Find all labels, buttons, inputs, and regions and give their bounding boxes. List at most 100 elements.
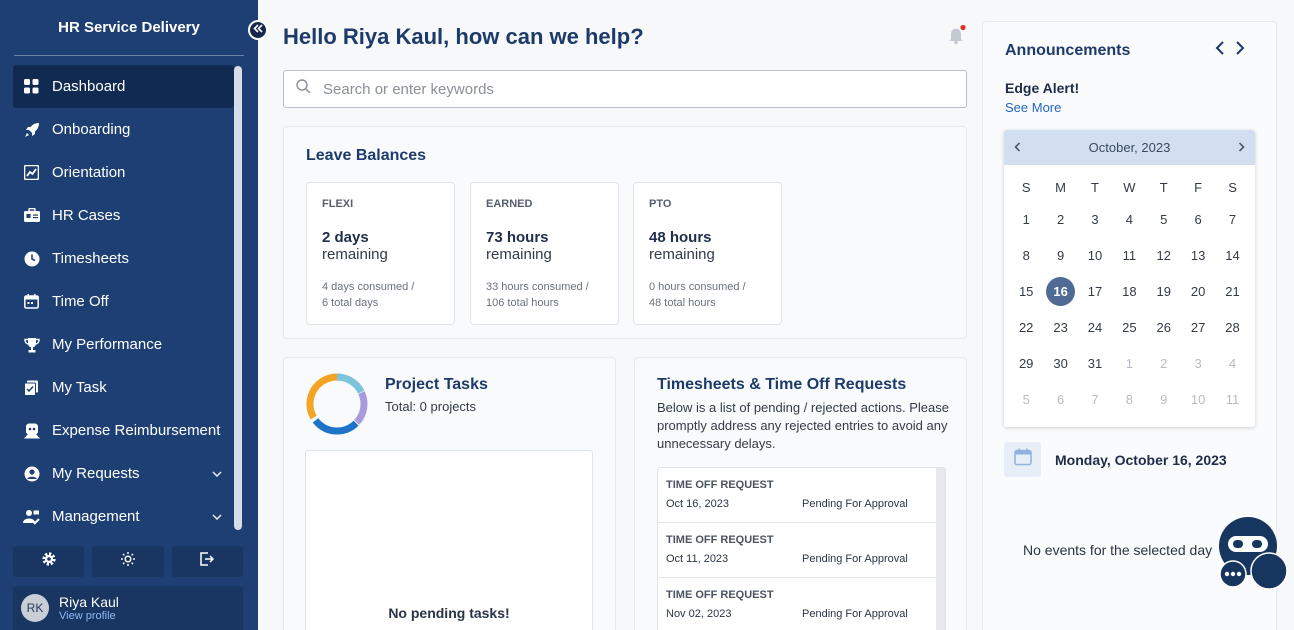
sidebar-item-my-requests[interactable]: My Requests	[13, 452, 234, 495]
sidebar-item-my-performance[interactable]: My Performance	[13, 323, 234, 366]
chatbot-button[interactable]	[1218, 516, 1294, 590]
leave-balances-card: Leave Balances FLEXI 2 days remaining 4 …	[283, 126, 967, 339]
leave-balance-pto[interactable]: PTO 48 hours remaining 0 hours consumed …	[633, 182, 782, 325]
calendar-day[interactable]: 28	[1215, 309, 1249, 345]
calendar-day-next-month[interactable]: 6	[1043, 381, 1077, 417]
calendar-day-next-month[interactable]: 11	[1215, 381, 1249, 417]
calendar-grid: S M T W T F S 1 2 3 4 5 6 7 8 9 10 11 12 13 14 15 16 17 18 19 20 21…	[1009, 173, 1255, 417]
sidebar-item-management[interactable]: Management	[13, 495, 234, 538]
calendar-day[interactable]: 26	[1147, 309, 1181, 345]
avatar: RK	[21, 594, 49, 622]
calendar-day-next-month[interactable]: 9	[1147, 381, 1181, 417]
calendar-day[interactable]: 29	[1009, 345, 1043, 381]
leave-consumed: 4 days consumed /	[322, 281, 415, 293]
calendar-day[interactable]: 27	[1181, 309, 1215, 345]
calendar-day[interactable]: 6	[1181, 201, 1215, 237]
request-type: TIME OFF REQUEST	[666, 479, 774, 491]
announcements-nav	[1215, 41, 1245, 60]
search-input[interactable]	[323, 80, 923, 98]
sidebar-item-my-task[interactable]: My Task	[13, 366, 234, 409]
calendar-day[interactable]: 3	[1078, 201, 1112, 237]
calendar-day[interactable]: 23	[1043, 309, 1077, 345]
brand-title: HR Service Delivery	[14, 0, 244, 56]
prev-announcement-button[interactable]	[1215, 41, 1225, 60]
calendar-day[interactable]: 14	[1215, 237, 1249, 273]
calendar-day[interactable]: 24	[1078, 309, 1112, 345]
calendar-day[interactable]: 20	[1181, 273, 1215, 309]
user-circle-icon	[23, 465, 40, 482]
settings-button[interactable]	[13, 546, 85, 577]
see-more-link[interactable]: See More	[1005, 100, 1061, 115]
calendar-day[interactable]: 1	[1009, 201, 1043, 237]
calendar-day[interactable]: 30	[1043, 345, 1077, 381]
notifications-button[interactable]	[947, 24, 967, 50]
sidebar-item-onboarding[interactable]: Onboarding	[13, 108, 234, 151]
calendar-day[interactable]: 12	[1147, 237, 1181, 273]
weekday-header: T	[1159, 179, 1168, 195]
leave-balance-earned[interactable]: EARNED 73 hours remaining 33 hours consu…	[470, 182, 619, 325]
calendar-day[interactable]: 18	[1112, 273, 1146, 309]
search-bar[interactable]	[283, 70, 967, 108]
calendar-day-next-month[interactable]: 8	[1112, 381, 1146, 417]
calendar-day[interactable]: 7	[1215, 201, 1249, 237]
calendar-day[interactable]: 21	[1215, 273, 1249, 309]
calendar-icon	[23, 293, 40, 310]
theme-toggle-button[interactable]	[92, 546, 164, 577]
calendar-day[interactable]: 4	[1112, 201, 1146, 237]
sidebar-item-label: My Requests	[52, 465, 140, 482]
list-item[interactable]: TIME OFF REQUEST Nov 02, 2023 Pending Fo…	[658, 578, 938, 630]
list-item[interactable]: TIME OFF REQUEST Oct 11, 2023 Pending Fo…	[658, 523, 938, 578]
leave-remaining: remaining	[486, 246, 552, 263]
calendar-day[interactable]: 31	[1078, 345, 1112, 381]
next-month-button[interactable]	[1238, 140, 1245, 155]
sidebar-item-dashboard[interactable]: Dashboard	[13, 65, 234, 108]
prev-month-button[interactable]	[1014, 140, 1021, 155]
calendar-month: October, 2023	[1088, 140, 1171, 155]
leave-remaining: remaining	[649, 246, 715, 263]
requests-list: TIME OFF REQUEST Oct 16, 2023 Pending Fo…	[657, 467, 946, 630]
list-item[interactable]: TIME OFF REQUEST Oct 16, 2023 Pending Fo…	[658, 468, 938, 523]
calendar-day-next-month[interactable]: 10	[1181, 381, 1215, 417]
calendar-day-next-month[interactable]: 3	[1181, 345, 1215, 381]
empty-tasks-message: No pending tasks!	[388, 605, 510, 621]
calendar-day-next-month[interactable]: 4	[1215, 345, 1249, 381]
calendar-day[interactable]: 5	[1147, 201, 1181, 237]
calendar-day[interactable]: 10	[1078, 237, 1112, 273]
project-tasks-list: No pending tasks!	[305, 450, 593, 630]
chevron-down-icon[interactable]	[212, 468, 234, 480]
calendar-day[interactable]: 8	[1009, 237, 1043, 273]
profile-card[interactable]: RK Riya Kaul View profile	[13, 586, 243, 630]
sidebar-scrollbar[interactable]	[234, 66, 242, 530]
calendar-day[interactable]: 25	[1112, 309, 1146, 345]
calendar-day-next-month[interactable]: 7	[1078, 381, 1112, 417]
calendar-day[interactable]: 22	[1009, 309, 1043, 345]
calendar-day-next-month[interactable]: 1	[1112, 345, 1146, 381]
expense-icon	[23, 422, 40, 439]
next-announcement-button[interactable]	[1235, 41, 1245, 60]
calendar-day[interactable]: 16	[1043, 273, 1077, 309]
calendar-day[interactable]: 19	[1147, 273, 1181, 309]
calendar-day[interactable]: 2	[1043, 201, 1077, 237]
leave-remaining: remaining	[322, 246, 388, 263]
calendar-day-next-month[interactable]: 2	[1147, 345, 1181, 381]
sidebar-item-time-off[interactable]: Time Off	[13, 280, 234, 323]
sidebar-item-hr-cases[interactable]: HR Cases	[13, 194, 234, 237]
calendar-day-next-month[interactable]: 5	[1009, 381, 1043, 417]
calendar-day[interactable]: 13	[1181, 237, 1215, 273]
leave-type: PTO	[649, 198, 672, 210]
collapse-sidebar-button[interactable]	[248, 20, 268, 40]
view-profile-link[interactable]: View profile	[59, 610, 119, 622]
logout-button[interactable]	[171, 546, 243, 577]
chevron-down-icon[interactable]	[212, 511, 234, 523]
sidebar-item-label: Onboarding	[52, 121, 131, 138]
cases-icon	[23, 207, 40, 224]
calendar-day[interactable]: 9	[1043, 237, 1077, 273]
search-icon	[296, 79, 311, 99]
calendar-day[interactable]: 15	[1009, 273, 1043, 309]
sidebar-item-timesheets[interactable]: Timesheets	[13, 237, 234, 280]
leave-balance-flexi[interactable]: FLEXI 2 days remaining 4 days consumed /…	[306, 182, 455, 325]
calendar-day[interactable]: 17	[1078, 273, 1112, 309]
calendar-day[interactable]: 11	[1112, 237, 1146, 273]
sidebar-item-orientation[interactable]: Orientation	[13, 151, 234, 194]
sidebar-item-expense-reimbursement[interactable]: Expense Reimbursement	[13, 409, 234, 452]
